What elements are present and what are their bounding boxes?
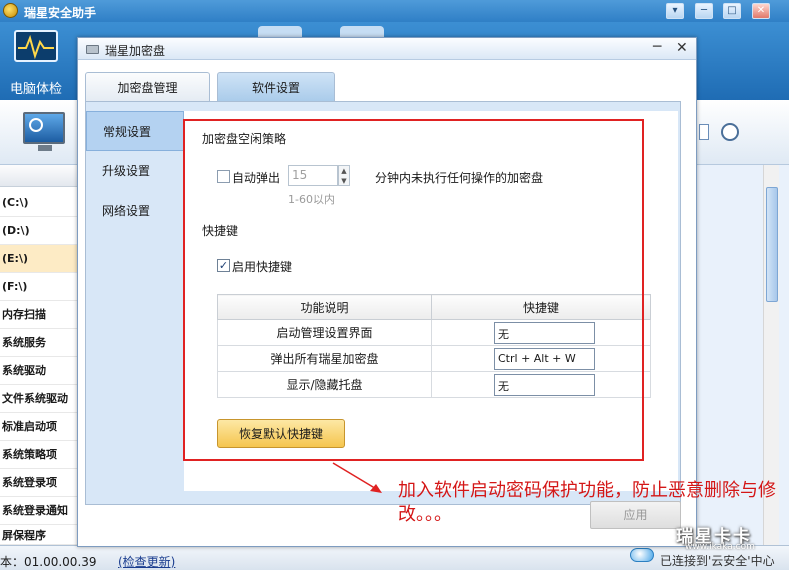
- nav-upgrade-settings[interactable]: 升级设置: [86, 151, 184, 191]
- cloud-icon: [630, 548, 654, 562]
- version-text: 本：01.00.00.39: [0, 555, 97, 569]
- disk-icon: [86, 45, 99, 54]
- annotation-highlight-box: [183, 119, 644, 461]
- nav-network-settings[interactable]: 网络设置: [86, 191, 184, 231]
- main-title-bar: 瑞星安全助手 ▾ ─ □ ✕: [0, 0, 789, 22]
- list-item[interactable]: 标准启动项: [0, 413, 82, 441]
- list-item[interactable]: 系统服务: [0, 329, 82, 357]
- menu-dropdown-button[interactable]: ▾: [666, 3, 684, 19]
- watermark-url: www.ikaka.com: [685, 542, 755, 552]
- list-item[interactable]: 系统驱动: [0, 357, 82, 385]
- rising-logo-icon: [3, 3, 18, 18]
- toolbar-item-label: 电脑体检: [10, 82, 63, 97]
- monitor-stand-icon: [38, 145, 52, 151]
- dialog-title-bar: 瑞星加密盘 ─ ✕: [78, 38, 696, 60]
- pause-icon[interactable]: [699, 124, 709, 140]
- close-button[interactable]: ✕: [752, 3, 770, 19]
- list-item[interactable]: 内存扫描: [0, 301, 82, 329]
- computer-scan-icon: [23, 112, 65, 144]
- tab-software-settings[interactable]: 软件设置: [217, 72, 335, 102]
- check-update-link[interactable]: (检查更新): [118, 553, 175, 570]
- maximize-button[interactable]: □: [723, 3, 741, 19]
- stop-icon[interactable]: [721, 123, 739, 141]
- list-item[interactable]: 系统策略项: [0, 441, 82, 469]
- list-header: [0, 165, 82, 187]
- dialog-title: 瑞星加密盘: [105, 44, 166, 58]
- settings-nav: 常规设置 升级设置 网络设置: [86, 111, 184, 491]
- cloud-status-text: 已连接到'云安全'中心: [660, 554, 775, 568]
- list-item[interactable]: 屏保程序: [0, 525, 82, 545]
- list-item[interactable]: 系统登录通知: [0, 497, 82, 525]
- list-item[interactable]: (E:\): [0, 245, 82, 273]
- list-item[interactable]: (F:\): [0, 273, 82, 301]
- tab-disk-management[interactable]: 加密盘管理: [85, 72, 210, 102]
- list-item[interactable]: (D:\): [0, 217, 82, 245]
- scrollbar-thumb[interactable]: [766, 187, 778, 302]
- list-item[interactable]: (C:\): [0, 189, 82, 217]
- dialog-close-button[interactable]: ✕: [676, 40, 688, 56]
- nav-general-settings[interactable]: 常规设置: [86, 111, 184, 151]
- list-item[interactable]: 文件系统驱动: [0, 385, 82, 413]
- monitor-pulse-icon: [14, 30, 58, 62]
- annotation-arrow-icon: [332, 462, 382, 493]
- minimize-button[interactable]: ─: [695, 3, 713, 19]
- annotation-text: 加入软件启动密码保护功能，防止恶意删除与修改。。。: [398, 480, 776, 525]
- list-item[interactable]: 系统登录项: [0, 469, 82, 497]
- dialog-minimize-button[interactable]: ─: [653, 39, 661, 55]
- app-title: 瑞星安全助手: [24, 6, 97, 20]
